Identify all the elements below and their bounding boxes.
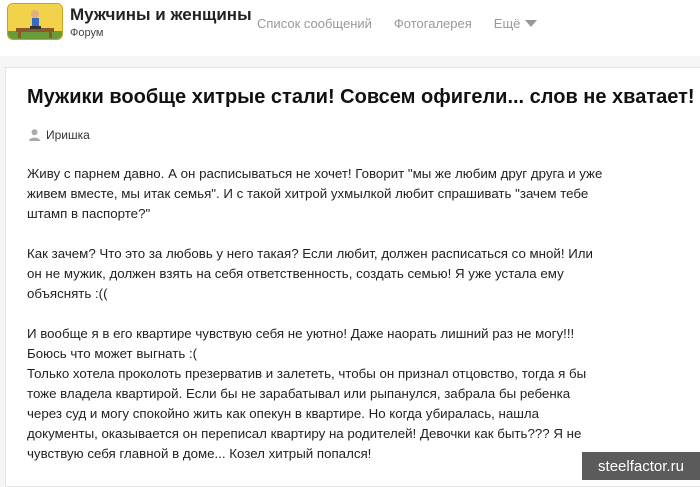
nav-more[interactable]: Ещё xyxy=(494,16,538,31)
watermark: steelfactor.ru xyxy=(582,452,700,480)
post-card: Мужики вообще хитрые стали! Совсем офиге… xyxy=(5,67,700,487)
user-icon xyxy=(29,129,40,141)
post-author: Иришка xyxy=(29,128,90,142)
post-paragraph-1: Живу с парнем давно. А он расписываться … xyxy=(27,166,603,221)
post-title: Мужики вообще хитрые стали! Совсем офиге… xyxy=(27,86,695,108)
author-name[interactable]: Иришка xyxy=(46,128,90,142)
post-paragraph-2: Как зачем? Что это за любовь у него така… xyxy=(27,246,593,301)
nav-messages-list[interactable]: Список сообщений xyxy=(257,16,372,31)
site-subtitle[interactable]: Форум xyxy=(70,27,252,39)
brand: Мужчины и женщины Форум xyxy=(70,5,252,39)
post-paragraph-3: И вообще я в его квартире чувствую себя … xyxy=(27,326,587,461)
nav-more-label: Ещё xyxy=(493,16,521,31)
nav-photo-gallery[interactable]: Фотогалерея xyxy=(394,16,472,31)
site-title[interactable]: Мужчины и женщины xyxy=(70,5,252,25)
main-nav: Список сообщений Фотогалерея Ещё xyxy=(257,16,559,31)
site-header: Мужчины и женщины Форум Список сообщений… xyxy=(0,0,700,56)
post-body: Живу с парнем давно. А он расписываться … xyxy=(27,164,617,484)
caret-down-icon xyxy=(525,20,538,27)
forum-logo-icon[interactable] xyxy=(7,3,63,40)
